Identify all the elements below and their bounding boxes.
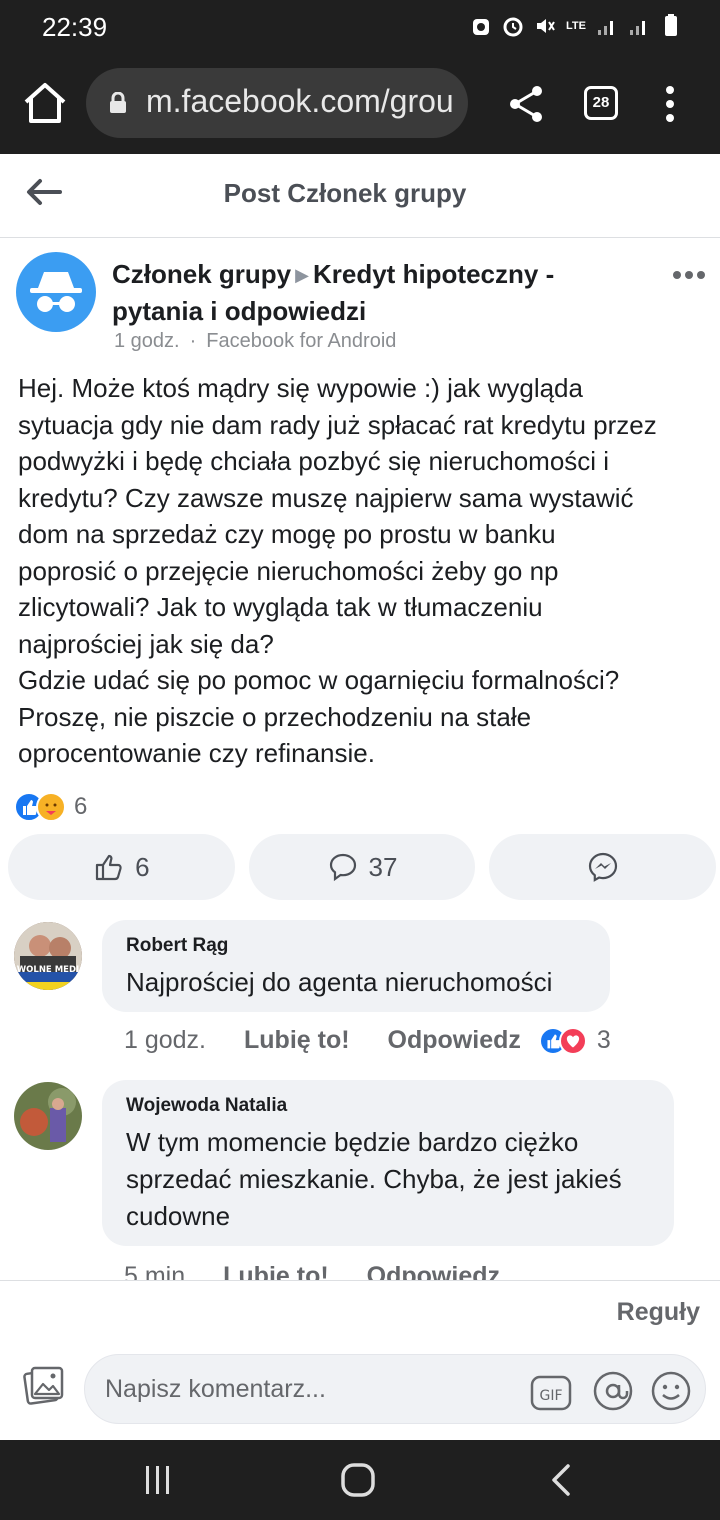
post-author[interactable]: Członek grupy xyxy=(112,259,291,289)
messenger-share-button[interactable] xyxy=(489,834,717,900)
comment-reactions[interactable]: 3 xyxy=(538,1026,611,1055)
share-icon[interactable] xyxy=(506,82,546,126)
anonymous-avatar[interactable] xyxy=(16,252,96,332)
avatar-photo-icon xyxy=(14,1082,82,1150)
post-meta: 1 godz. · Facebook for Android xyxy=(114,330,396,353)
home-icon[interactable] xyxy=(20,78,70,128)
comment-reaction-count: 3 xyxy=(596,1026,611,1054)
comment-actions: 1 godz. Lubię to! Odpowiedz 3 xyxy=(124,1026,611,1055)
recents-icon[interactable] xyxy=(140,1464,176,1496)
care-reaction-icon xyxy=(36,792,66,822)
avatar-photo-icon: WOLNE MEDI xyxy=(14,922,82,990)
battery-icon xyxy=(665,14,677,36)
page-title: Post Członek grupy xyxy=(223,178,467,208)
comment-icon xyxy=(329,853,356,882)
more-horiz-icon[interactable] xyxy=(672,268,706,282)
like-count: 6 xyxy=(135,851,150,882)
comment-avatar[interactable]: WOLNE MEDI xyxy=(14,922,82,990)
more-vert-icon[interactable] xyxy=(660,84,680,124)
rules-link[interactable]: Reguły xyxy=(617,1298,700,1327)
comment-like-link[interactable]: Lubię to! xyxy=(244,1026,350,1055)
page-header: Post Członek grupy xyxy=(0,154,720,238)
post-reactions[interactable]: 6 xyxy=(14,792,87,822)
comment-avatar[interactable] xyxy=(14,1082,82,1150)
comment-text: W tym momencie będzie bardzo ciężko sprz… xyxy=(126,1127,622,1231)
status-bar: 22:39 LTE xyxy=(0,0,720,56)
comment-time[interactable]: 1 godz. xyxy=(124,1026,206,1055)
triangle-right-icon: ▶ xyxy=(295,265,309,285)
network-label: LTE xyxy=(566,20,586,32)
messenger-icon xyxy=(588,852,617,882)
comment-reply-link[interactable]: Odpowiedz xyxy=(388,1026,521,1055)
comment-count: 37 xyxy=(368,851,398,882)
avatar-caption: WOLNE MEDI xyxy=(17,965,79,975)
reaction-count: 6 xyxy=(74,793,88,820)
comment-button[interactable]: 37 xyxy=(248,834,476,900)
post-time[interactable]: 1 godz. xyxy=(114,330,180,352)
nav-back-icon[interactable] xyxy=(548,1462,574,1498)
browser-toolbar: m.facebook.com/grou 28 xyxy=(0,56,720,154)
thumbs-up-icon xyxy=(95,854,122,881)
emoji-icon[interactable] xyxy=(649,1369,693,1413)
comment-text: Najprościej do agenta nieruchomości xyxy=(126,967,553,997)
photo-icon[interactable] xyxy=(22,1364,66,1408)
android-nav-bar xyxy=(0,1440,720,1520)
love-reaction-icon xyxy=(558,1026,587,1055)
clock-icon xyxy=(503,17,523,37)
tabs-button[interactable]: 28 xyxy=(584,86,618,120)
status-time: 22:39 xyxy=(42,12,108,42)
comment-input[interactable]: Napisz komentarz... GIF xyxy=(84,1354,706,1424)
gif-icon[interactable]: GIF xyxy=(529,1371,573,1415)
signal-icon xyxy=(598,21,613,35)
lock-icon xyxy=(110,92,126,113)
comment-placeholder: Napisz komentarz... xyxy=(105,1375,326,1403)
comment-bubble[interactable]: Wojewoda Natalia W tym momencie będzie b… xyxy=(102,1080,674,1246)
mute-icon xyxy=(537,19,555,33)
gif-label: GIF xyxy=(539,1388,562,1404)
like-button[interactable]: 6 xyxy=(8,834,235,900)
comment-author[interactable]: Robert Rąg xyxy=(126,934,586,958)
post-header: Członek grupy ▶ Kredyt hipoteczny - pytani… xyxy=(112,256,632,329)
alarm-icon xyxy=(473,19,490,35)
comment-bubble[interactable]: Robert Rąg Najprościej do agenta nieruch… xyxy=(102,920,610,1012)
post-source: Facebook for Android xyxy=(206,330,397,352)
comment-author[interactable]: Wojewoda Natalia xyxy=(126,1094,650,1118)
signal-2-icon xyxy=(630,21,645,35)
meta-separator: · xyxy=(189,330,197,352)
incognito-icon xyxy=(30,272,82,312)
nav-home-icon[interactable] xyxy=(340,1462,376,1498)
mention-icon[interactable] xyxy=(591,1369,635,1413)
url-bar[interactable]: m.facebook.com/grou xyxy=(86,68,468,138)
url-text: m.facebook.com/grou xyxy=(146,83,454,119)
status-icons: LTE xyxy=(470,14,682,38)
post-action-bar: 6 37 xyxy=(8,834,717,900)
post-body: Hej. Może ktoś mądry się wypowie :) jak … xyxy=(18,373,657,768)
